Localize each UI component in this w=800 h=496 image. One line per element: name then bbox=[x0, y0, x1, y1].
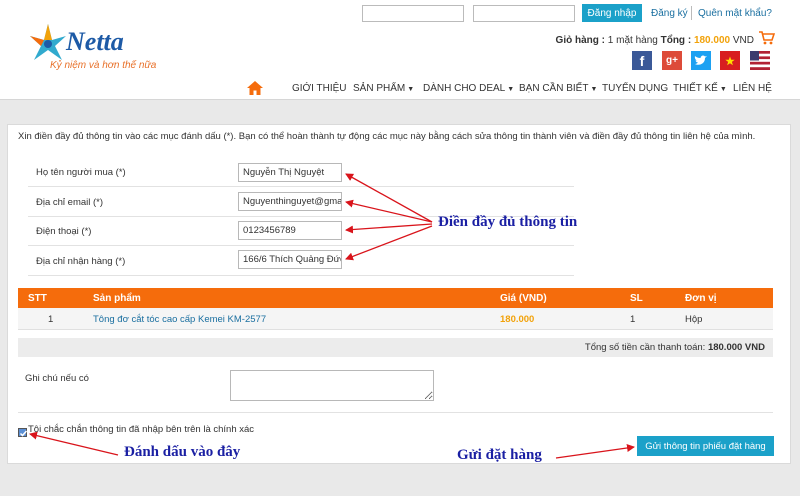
note-label: Ghi chú nếu có bbox=[25, 373, 89, 384]
nav-item-tuyen-dung[interactable]: TUYỂN DỤNG bbox=[602, 83, 668, 94]
nav-item-san-pham[interactable]: SẢN PHẨM ▼ bbox=[353, 83, 414, 94]
main-nav: GIỚI THIỆU SẢN PHẨM ▼ DÀNH CHO DEAL ▼ BẠN … bbox=[0, 80, 800, 100]
cell-qty: 1 bbox=[630, 314, 636, 325]
cell-unit: Hộp bbox=[685, 314, 703, 325]
confirm-label: Tôi chắc chắn thông tin đã nhập bên trên… bbox=[28, 424, 255, 435]
column-header-stt: STT bbox=[28, 293, 47, 304]
address-input[interactable]: 166/6 Thích Quảng Đức bbox=[238, 250, 342, 269]
cart-total-value: 180.000 bbox=[693, 35, 731, 46]
forgot-password-link[interactable]: Quên mật khẩu? bbox=[698, 8, 772, 19]
nav-item-ban-can-biet[interactable]: BẠN CẦN BIẾT ▼ bbox=[519, 83, 597, 94]
divider bbox=[18, 412, 773, 413]
shopping-cart-icon[interactable] bbox=[759, 31, 775, 45]
column-header-qty: SL bbox=[630, 293, 643, 304]
total-label: Tổng số tiền cần thanh toán: bbox=[584, 342, 706, 353]
chevron-down-icon: ▼ bbox=[590, 86, 598, 93]
nav-item-gioi-thieu[interactable]: GIỚI THIỆU bbox=[292, 83, 347, 94]
cart-count: 1 mặt hàng bbox=[607, 35, 658, 46]
cart-total-label: Tổng : bbox=[660, 35, 692, 46]
chevron-down-icon: ▼ bbox=[407, 86, 415, 93]
buyer-name-input[interactable]: Nguyễn Thị Nguyệt bbox=[238, 163, 342, 182]
nav-item-thiet-ke[interactable]: THIẾT KẾ ▼ bbox=[673, 83, 727, 94]
twitter-icon[interactable] bbox=[691, 51, 711, 70]
logo-text: Netta bbox=[65, 27, 124, 56]
annotation-send-order: Gửi đặt hàng bbox=[457, 447, 542, 463]
field-label-name: Họ tên người mua (*) bbox=[36, 167, 126, 178]
column-header-unit: Đơn vị bbox=[685, 293, 717, 304]
register-link[interactable]: Đăng ký bbox=[651, 8, 688, 19]
logo-slogan: Kỷ niệm và hơn thế nữa bbox=[50, 60, 157, 71]
column-header-product: Sản phẩm bbox=[93, 293, 141, 304]
email-input[interactable]: Nguyenthinguyet@gmail.com bbox=[238, 192, 342, 211]
nav-item-danh-cho-deal[interactable]: DÀNH CHO DEAL ▼ bbox=[423, 83, 514, 94]
total-value: 180.000 VND bbox=[707, 342, 765, 353]
field-label-phone: Điện thoại (*) bbox=[36, 226, 92, 237]
cell-stt: 1 bbox=[48, 314, 54, 325]
order-total: Tổng số tiền cần thanh toán: 180.000 VND bbox=[585, 342, 765, 353]
column-header-price: Giá (VND) bbox=[500, 293, 547, 304]
usa-flag-icon[interactable] bbox=[750, 51, 770, 70]
login-username-input[interactable] bbox=[362, 5, 464, 22]
login-password-input[interactable] bbox=[473, 5, 575, 22]
site-header: Netta Kỷ niệm và hơn thế nữa Đăng nhập Đ… bbox=[0, 0, 800, 100]
product-link[interactable]: Tông đơ cắt tóc cao cấp Kemei KM-2577 bbox=[93, 314, 266, 325]
nav-item-lien-he[interactable]: LIÊN HỆ bbox=[733, 83, 772, 94]
facebook-icon[interactable]: f bbox=[632, 51, 652, 70]
google-plus-icon[interactable]: g+ bbox=[662, 51, 682, 70]
cart-summary[interactable]: Giỏ hàng : 1 mặt hàng Tổng : 180.000 VND bbox=[556, 35, 754, 46]
confirm-checkbox[interactable] bbox=[18, 428, 28, 437]
annotation-check-here: Đánh dấu vào đây bbox=[124, 444, 241, 460]
intro-text: Xin điền đầy đủ thông tin vào các mục đá… bbox=[18, 131, 756, 142]
cell-price: 180.000 bbox=[500, 314, 535, 325]
login-button[interactable]: Đăng nhập bbox=[582, 4, 642, 22]
checkmark-icon bbox=[19, 430, 28, 437]
top-link-separator bbox=[691, 6, 692, 20]
submit-order-button[interactable]: Gửi thông tin phiếu đặt hàng bbox=[637, 436, 774, 456]
logo-star-icon bbox=[30, 24, 66, 60]
note-textarea[interactable] bbox=[230, 370, 434, 401]
order-total-bar: Tổng số tiền cần thanh toán: 180.000 VND bbox=[18, 338, 773, 357]
table-row: 1 Tông đơ cắt tóc cao cấp Kemei KM-2577 … bbox=[18, 308, 773, 330]
field-label-email: Địa chỉ email (*) bbox=[36, 197, 104, 208]
annotation-fill-info: Điền đầy đủ thông tin bbox=[438, 214, 578, 230]
vietnam-flag-icon[interactable] bbox=[720, 51, 740, 70]
order-table-header: STT Sản phẩm Giá (VND) SL Đơn vị bbox=[18, 288, 773, 308]
cart-label: Giỏ hàng : bbox=[555, 35, 605, 46]
field-label-address: Địa chỉ nhận hàng (*) bbox=[36, 256, 126, 267]
cart-currency: VND bbox=[732, 35, 754, 46]
chevron-down-icon: ▼ bbox=[719, 86, 727, 93]
chevron-down-icon: ▼ bbox=[507, 86, 515, 93]
phone-input[interactable]: 0123456789 bbox=[238, 221, 342, 240]
